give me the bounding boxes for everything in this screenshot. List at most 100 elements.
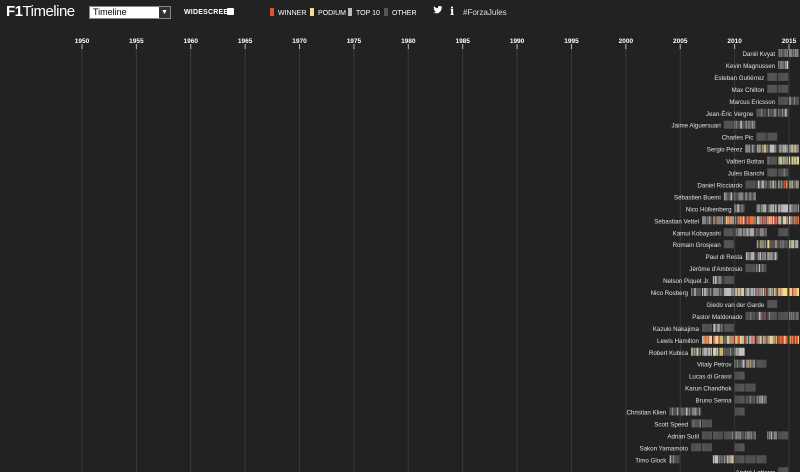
race-mark (754, 395, 756, 404)
race-mark (787, 240, 789, 249)
driver-label: Esteban Gutiérrez (714, 75, 764, 82)
race-mark (743, 192, 745, 201)
x-tick-label: 2010 (727, 38, 742, 45)
driver-label: Adrian Sutil (667, 433, 699, 440)
x-tick-label: 2015 (782, 38, 797, 45)
race-mark (743, 359, 745, 368)
x-tick-label: 1960 (184, 38, 199, 45)
driver-label: Sergio Pérez (707, 147, 743, 154)
driver-label: Pastor Maldonado (692, 314, 743, 321)
race-mark (733, 335, 734, 344)
race-mark (787, 431, 789, 440)
race-mark (733, 431, 734, 440)
race-mark (776, 180, 778, 189)
race-mark (711, 347, 713, 356)
race-mark (733, 323, 734, 332)
race-mark (754, 264, 756, 273)
race-mark (787, 168, 789, 177)
race-mark (733, 216, 734, 225)
driver-label: Paul di Resta (706, 254, 743, 261)
race-mark (743, 120, 745, 129)
race-mark (776, 132, 778, 141)
driver-label: Romain Grosjean (673, 242, 722, 249)
driver-label: Lucas di Grassi (689, 374, 732, 381)
race-mark (798, 156, 800, 165)
race-mark (733, 455, 734, 464)
race-mark (722, 323, 723, 332)
race-mark (787, 72, 789, 81)
race-mark (754, 144, 756, 153)
race-mark (754, 335, 756, 344)
race-mark (733, 240, 734, 249)
race-mark (754, 431, 756, 440)
x-tick-label: 2000 (619, 38, 634, 45)
driver-label: Jérôme d'Ambrosio (689, 266, 743, 273)
race-mark (776, 311, 778, 320)
race-mark (765, 180, 767, 189)
race-mark (700, 407, 702, 416)
race-mark (787, 84, 789, 93)
race-mark (798, 216, 800, 225)
race-mark (787, 49, 789, 57)
race-mark (754, 228, 756, 237)
race-mark (743, 395, 745, 404)
driver-label: Karun Chandhok (685, 386, 732, 393)
x-tick-label: 1995 (564, 38, 579, 45)
race-mark (754, 216, 756, 225)
driver-label: Max Chilton (732, 87, 765, 94)
driver-label: Vitaly Petrov (697, 362, 733, 369)
driver-label: Marcus Ericsson (729, 99, 775, 106)
driver-label: Daniil Kvyat (742, 51, 775, 58)
race-mark (722, 455, 723, 464)
race-mark (678, 455, 680, 464)
race-mark (776, 108, 778, 117)
race-mark (787, 311, 789, 320)
driver-label: Kazuki Nakajima (653, 326, 700, 333)
race-mark (754, 192, 756, 201)
driver-label: Christian Klien (626, 410, 666, 417)
race-mark (743, 431, 745, 440)
race-mark (722, 216, 723, 225)
race-mark (798, 144, 800, 153)
race-mark (754, 311, 756, 320)
race-mark (711, 288, 713, 296)
race-mark (743, 383, 745, 392)
race-mark (776, 288, 778, 296)
driver-label: Jaime Alguersuari (672, 123, 721, 130)
race-mark (733, 120, 734, 129)
race-mark (765, 204, 767, 213)
race-mark (776, 431, 778, 440)
race-mark (787, 204, 789, 213)
race-mark (787, 144, 789, 153)
x-tick-label: 2005 (673, 38, 688, 45)
race-mark (700, 419, 702, 428)
driver-label: Charles Pic (722, 135, 754, 142)
race-mark (776, 72, 778, 81)
race-mark (743, 455, 745, 464)
race-mark (722, 347, 723, 356)
driver-label: Kamui Kobayashi (673, 230, 721, 237)
race-mark (733, 192, 734, 201)
race-mark (765, 216, 767, 225)
race-mark (733, 276, 734, 285)
x-tick-label: 1955 (129, 38, 144, 45)
race-mark (787, 467, 789, 472)
race-mark (711, 419, 713, 428)
driver-label: Sebastian Vettel (654, 218, 699, 225)
race-mark (743, 443, 745, 452)
race-mark (733, 288, 734, 296)
race-mark (678, 407, 680, 416)
race-mark (754, 252, 756, 261)
race-mark (743, 335, 745, 344)
race-mark (754, 180, 756, 189)
driver-label: Valtteri Bottas (726, 159, 764, 166)
race-mark (765, 288, 767, 296)
driver-label: Giedo van der Garde (706, 302, 764, 309)
race-mark (798, 49, 800, 57)
driver-label: Sébastien Buemi (674, 194, 721, 201)
driver-label: Jules Bianchi (728, 171, 764, 178)
race-mark (798, 240, 800, 249)
race-mark (743, 228, 745, 237)
driver-label: Sakon Yamamoto (639, 445, 688, 452)
race-mark (776, 216, 778, 225)
